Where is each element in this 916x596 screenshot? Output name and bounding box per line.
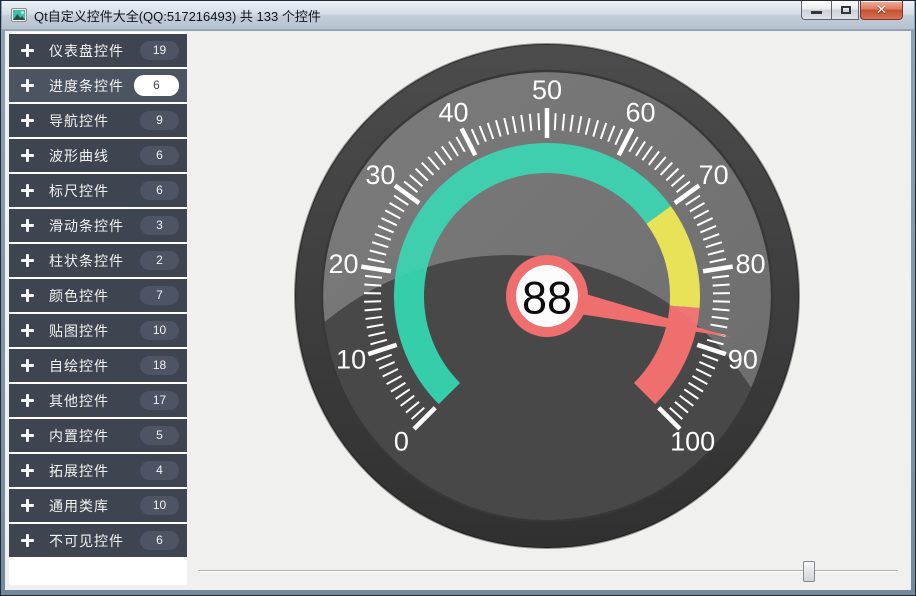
gauge-tick-label: 0 xyxy=(394,427,409,457)
sidebar-item-12[interactable]: 内置控件5 xyxy=(9,419,187,452)
count-badge: 6 xyxy=(140,146,179,165)
count-badge: 10 xyxy=(140,496,179,515)
sidebar-item-3[interactable]: 导航控件9 xyxy=(9,104,187,137)
gauge-tick-label: 70 xyxy=(699,160,729,190)
count-badge: 18 xyxy=(140,356,179,375)
sidebar-item-label: 其他控件 xyxy=(49,391,140,411)
gauge-tick-label: 40 xyxy=(438,97,468,127)
gauge-tick-label: 60 xyxy=(625,97,655,127)
minimize-button[interactable] xyxy=(801,1,831,20)
count-badge: 6 xyxy=(140,181,179,200)
window-title: Qt自定义控件大全(QQ:517216493) 共 133 个控件 xyxy=(34,6,321,25)
sidebar-item-13[interactable]: 拓展控件4 xyxy=(9,454,187,487)
sidebar-item-label: 颜色控件 xyxy=(49,286,140,306)
gauge-center-value: 88 xyxy=(522,273,572,324)
sidebar-item-label: 滑动条控件 xyxy=(49,216,140,236)
expand-plus-icon xyxy=(21,79,34,92)
sidebar-item-2[interactable]: 进度条控件6 xyxy=(9,69,187,102)
sidebar-item-label: 通用类库 xyxy=(49,496,140,516)
expand-plus-icon xyxy=(21,534,34,547)
app-icon xyxy=(11,8,27,22)
gauge-tick-label: 80 xyxy=(735,249,765,279)
caption-buttons: ✕ xyxy=(801,1,903,20)
expand-plus-icon xyxy=(21,219,34,232)
count-badge: 4 xyxy=(140,461,179,480)
sidebar-item-9[interactable]: 贴图控件10 xyxy=(9,314,187,347)
main-content: 仪表盘控件19进度条控件6导航控件9波形曲线6标尺控件6滑动条控件3柱状条控件2… xyxy=(5,31,911,590)
gauge-tick-label: 20 xyxy=(329,249,359,279)
sidebar-item-label: 自绘控件 xyxy=(49,356,140,376)
sidebar-item-label: 拓展控件 xyxy=(49,461,140,481)
sidebar-item-1[interactable]: 仪表盘控件19 xyxy=(9,34,187,67)
gauge-tick-label: 90 xyxy=(728,345,758,375)
maximize-button[interactable] xyxy=(831,1,859,20)
count-badge: 6 xyxy=(134,75,179,96)
app-window: Qt自定义控件大全(QQ:517216493) 共 133 个控件 ✕ 仪表盘控… xyxy=(0,0,916,596)
value-slider-handle[interactable] xyxy=(803,561,815,582)
sidebar-item-label: 仪表盘控件 xyxy=(49,41,140,61)
minimize-icon xyxy=(811,11,822,14)
expand-plus-icon xyxy=(21,254,34,267)
title-bar: Qt自定义控件大全(QQ:517216493) 共 133 个控件 ✕ xyxy=(2,1,914,30)
count-badge: 6 xyxy=(140,531,179,550)
count-badge: 19 xyxy=(140,41,179,60)
sidebar-item-8[interactable]: 颜色控件7 xyxy=(9,279,187,312)
expand-plus-icon xyxy=(21,149,34,162)
sidebar-item-14[interactable]: 通用类库10 xyxy=(9,489,187,522)
count-badge: 7 xyxy=(140,286,179,305)
sidebar-category-list: 仪表盘控件19进度条控件6导航控件9波形曲线6标尺控件6滑动条控件3柱状条控件2… xyxy=(9,32,187,585)
expand-plus-icon xyxy=(21,289,34,302)
sidebar-item-label: 导航控件 xyxy=(49,111,140,131)
sidebar-item-label: 柱状条控件 xyxy=(49,251,140,271)
count-badge: 9 xyxy=(140,111,179,130)
expand-plus-icon xyxy=(21,44,34,57)
count-badge: 2 xyxy=(140,251,179,270)
sidebar-item-label: 标尺控件 xyxy=(49,181,140,201)
sidebar-item-7[interactable]: 柱状条控件2 xyxy=(9,244,187,277)
count-badge: 10 xyxy=(140,321,179,340)
gauge-tick-label: 10 xyxy=(336,345,366,375)
count-badge: 3 xyxy=(140,216,179,235)
sidebar-item-label: 波形曲线 xyxy=(49,146,140,166)
sidebar-item-label: 不可见控件 xyxy=(49,531,140,551)
expand-plus-icon xyxy=(21,359,34,372)
sidebar-item-15[interactable]: 不可见控件6 xyxy=(9,524,187,557)
expand-plus-icon xyxy=(21,184,34,197)
count-badge: 5 xyxy=(140,426,179,445)
count-badge: 17 xyxy=(140,391,179,410)
sidebar-item-5[interactable]: 标尺控件6 xyxy=(9,174,187,207)
sidebar-item-label: 贴图控件 xyxy=(49,321,140,341)
sidebar-item-6[interactable]: 滑动条控件3 xyxy=(9,209,187,242)
sidebar-item-label: 进度条控件 xyxy=(49,76,134,96)
expand-plus-icon xyxy=(21,499,34,512)
expand-plus-icon xyxy=(21,394,34,407)
expand-plus-icon xyxy=(21,429,34,442)
speed-gauge: 0 10 20 30 40 50 60 70 80 90 100 88 xyxy=(293,42,801,550)
expand-plus-icon xyxy=(21,464,34,477)
close-button[interactable]: ✕ xyxy=(860,1,903,20)
gauge-tick-label: 30 xyxy=(365,160,395,190)
sidebar-item-4[interactable]: 波形曲线6 xyxy=(9,139,187,172)
sidebar-item-11[interactable]: 其他控件17 xyxy=(9,384,187,417)
sidebar-item-10[interactable]: 自绘控件18 xyxy=(9,349,187,382)
sidebar-item-label: 内置控件 xyxy=(49,426,140,446)
expand-plus-icon xyxy=(21,324,34,337)
gauge-tick-label: 100 xyxy=(670,427,715,457)
value-slider-groove[interactable] xyxy=(198,570,898,572)
maximize-icon xyxy=(841,6,851,14)
gauge-tick-label: 50 xyxy=(532,75,562,105)
close-icon: ✕ xyxy=(861,2,902,18)
expand-plus-icon xyxy=(21,114,34,127)
